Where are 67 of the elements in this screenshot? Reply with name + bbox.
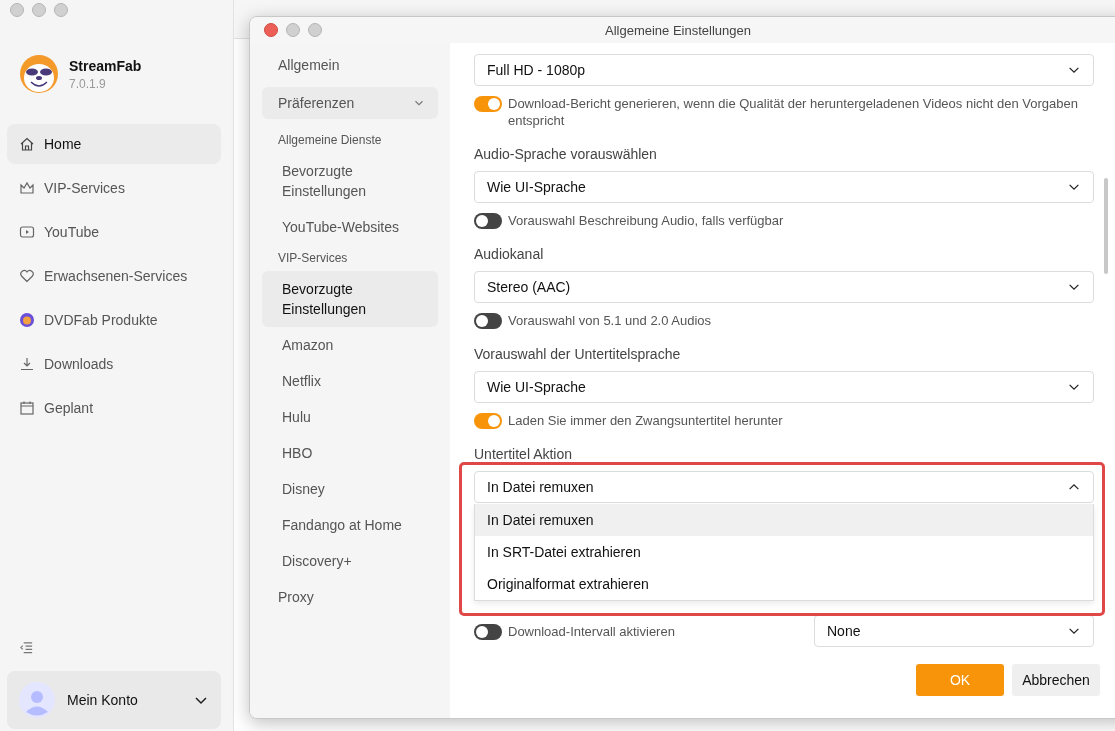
field-label: Vorauswahl der Untertitelsprache bbox=[474, 346, 682, 362]
home-icon bbox=[19, 136, 35, 152]
toggle-label: Laden Sie immer den Zwangsuntertitel herunter bbox=[508, 412, 783, 429]
download-icon bbox=[19, 356, 35, 372]
settings-nav-item[interactable]: Hulu bbox=[262, 399, 432, 435]
toggle-switch[interactable] bbox=[474, 623, 502, 640]
crown-icon bbox=[19, 180, 35, 196]
sloth-logo-icon bbox=[19, 54, 59, 94]
dialog-title: Allgemeine Einstellungen bbox=[605, 22, 751, 38]
toggle-switch[interactable] bbox=[474, 213, 502, 229]
dropdown-select[interactable]: Full HD - 1080p bbox=[474, 54, 1094, 86]
heart-icon bbox=[19, 268, 35, 284]
dropdown-select[interactable]: None bbox=[814, 615, 1094, 647]
window-control-button[interactable] bbox=[54, 3, 68, 17]
toggle-label: Vorauswahl Beschreibung Audio, falls verfügbar bbox=[508, 212, 784, 229]
collapse-menu-icon[interactable] bbox=[19, 640, 34, 655]
sidebar-item[interactable]: Geplant bbox=[7, 388, 221, 428]
dropdown-option[interactable]: Originalformat extrahieren bbox=[475, 568, 1093, 600]
sidebar-item[interactable]: Home bbox=[7, 124, 221, 164]
settings-nav-item[interactable]: Discovery+ bbox=[262, 543, 432, 579]
dropdown-select[interactable]: Wie UI-Sprache bbox=[474, 171, 1094, 203]
app-version: 7.0.1.9 bbox=[69, 76, 107, 91]
close-button[interactable] bbox=[264, 23, 278, 37]
settings-nav-item[interactable]: Proxy bbox=[262, 581, 438, 613]
settings-nav-item[interactable]: Bevorzugte Einstellungen bbox=[262, 153, 432, 209]
dropdown-select[interactable]: Wie UI-Sprache bbox=[474, 371, 1094, 403]
section-heading: Allgemeine Dienste bbox=[277, 132, 383, 149]
settings-nav-item[interactable]: Amazon bbox=[262, 327, 432, 363]
sidebar-item[interactable]: Downloads bbox=[7, 344, 221, 384]
sidebar-item[interactable]: VIP-Services bbox=[7, 168, 221, 208]
window-control-button[interactable] bbox=[10, 3, 24, 17]
toggle-label: Vorauswahl von 5.1 und 2.0 Audios bbox=[508, 312, 712, 329]
field-label: Untertitel Aktion bbox=[474, 446, 574, 462]
dropdown-select[interactable]: In Datei remuxen bbox=[474, 471, 1094, 503]
toggle-switch[interactable] bbox=[474, 313, 502, 329]
play-icon bbox=[19, 224, 35, 240]
calendar-icon bbox=[19, 400, 35, 416]
settings-nav-item[interactable]: Netflix bbox=[262, 363, 432, 399]
settings-nav-item[interactable]: Fandango at Home bbox=[262, 507, 432, 543]
app-name: StreamFab bbox=[69, 57, 142, 74]
settings-nav-item[interactable]: Disney bbox=[262, 471, 432, 507]
window-control-button[interactable] bbox=[32, 3, 46, 17]
sidebar-item[interactable]: YouTube bbox=[7, 212, 221, 252]
product-logo-icon bbox=[19, 312, 35, 328]
field-label: Audio-Sprache vorauswählen bbox=[474, 146, 658, 162]
scrollbar[interactable] bbox=[1104, 178, 1108, 274]
dropdown-option[interactable]: In SRT-Datei extrahieren bbox=[475, 536, 1093, 568]
window-control-button[interactable] bbox=[286, 23, 300, 37]
toggle-switch[interactable] bbox=[474, 413, 502, 429]
section-heading: VIP-Services bbox=[277, 250, 349, 267]
dropdown-select[interactable]: Stereo (AAC) bbox=[474, 271, 1094, 303]
cancel-button[interactable]: Abbrechen bbox=[1012, 664, 1100, 696]
settings-nav-item[interactable]: YouTube-Websites bbox=[262, 209, 432, 245]
toggle-switch[interactable] bbox=[474, 96, 502, 112]
avatar-icon bbox=[19, 682, 55, 718]
account-button[interactable]: Mein Konto bbox=[7, 671, 221, 729]
settings-nav-item[interactable]: HBO bbox=[262, 435, 432, 471]
window-control-button[interactable] bbox=[308, 23, 322, 37]
sidebar-item[interactable]: DVDFab Produkte bbox=[7, 300, 221, 340]
dropdown-option[interactable]: In Datei remuxen bbox=[475, 504, 1093, 536]
settings-nav-group[interactable]: Präferenzen bbox=[262, 87, 438, 119]
sidebar-item[interactable]: Erwachsenen-Services bbox=[7, 256, 221, 296]
toggle-label: Download-Intervall aktivieren bbox=[508, 622, 676, 640]
settings-nav-item[interactable]: Allgemein bbox=[262, 49, 438, 81]
settings-nav-item[interactable]: Bevorzugte Einstellungen bbox=[262, 271, 438, 327]
toggle-label: Download-Bericht generieren, wenn die Qualität der heruntergeladenen Videos nicht den Vorgaben entspricht bbox=[508, 95, 1079, 129]
field-label: Audiokanal bbox=[474, 246, 545, 262]
